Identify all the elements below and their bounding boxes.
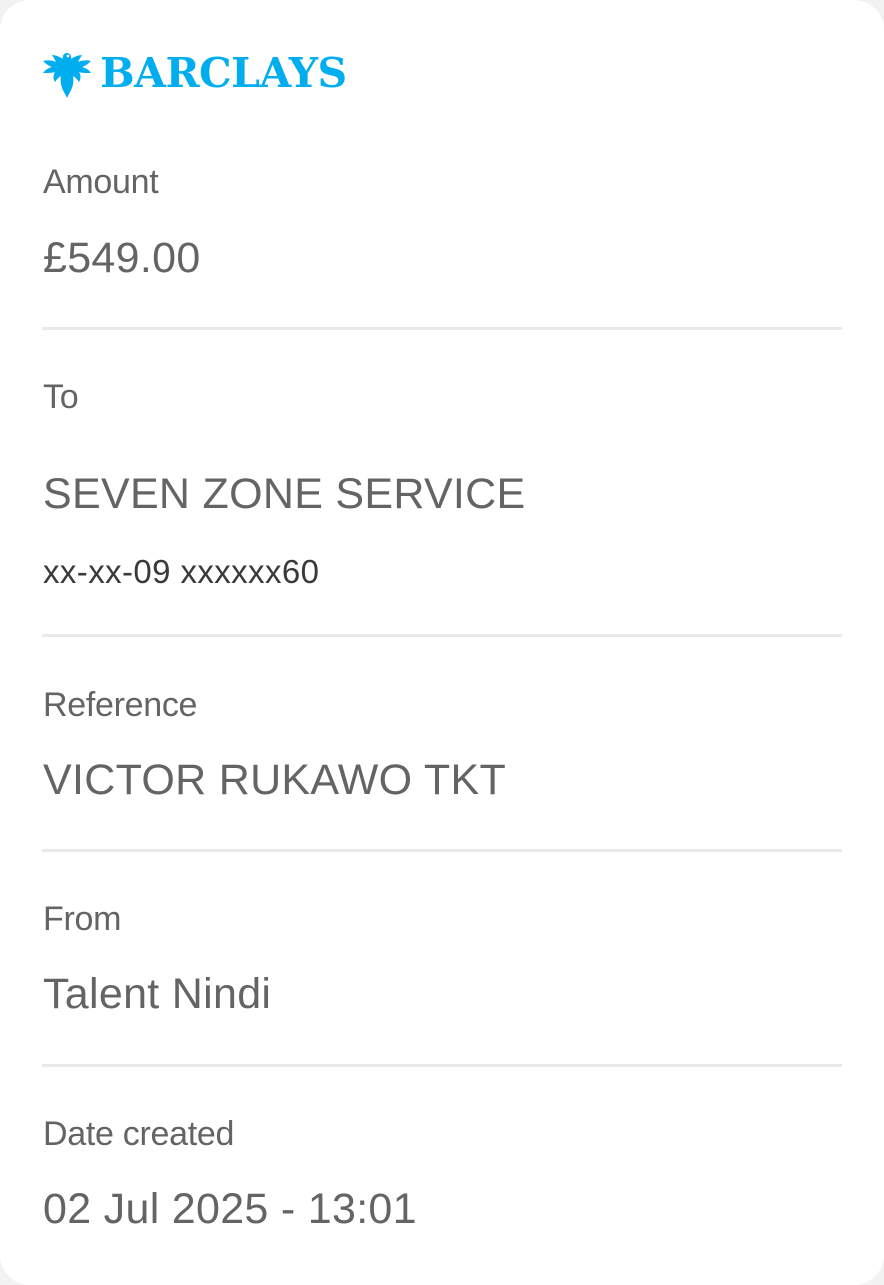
from-label: From	[43, 900, 122, 938]
date-created-label: Date created	[43, 1115, 235, 1153]
brand-name: BARCLAYS	[100, 49, 347, 97]
recipient-name: SEVEN ZONE SERVICE	[43, 470, 526, 518]
reference-label: Reference	[43, 686, 198, 724]
barclays-logo: BARCLAYS	[42, 46, 347, 100]
amount-value: £549.00	[43, 234, 201, 282]
eagle-icon	[42, 47, 92, 99]
reference-value: VICTOR RUKAWO TKT	[43, 756, 507, 804]
divider	[42, 634, 842, 637]
divider	[42, 849, 842, 852]
divider	[42, 1064, 842, 1067]
amount-label: Amount	[43, 163, 159, 201]
from-value: Talent Nindi	[43, 970, 272, 1018]
recipient-account: xx-xx-09 xxxxxx60	[43, 553, 320, 590]
payment-details-card: BARCLAYS Amount £549.00 To SEVEN ZONE SE…	[0, 0, 884, 1285]
date-created-value: 02 Jul 2025 - 13:01	[43, 1185, 417, 1233]
divider	[42, 327, 842, 330]
to-label: To	[43, 378, 79, 416]
